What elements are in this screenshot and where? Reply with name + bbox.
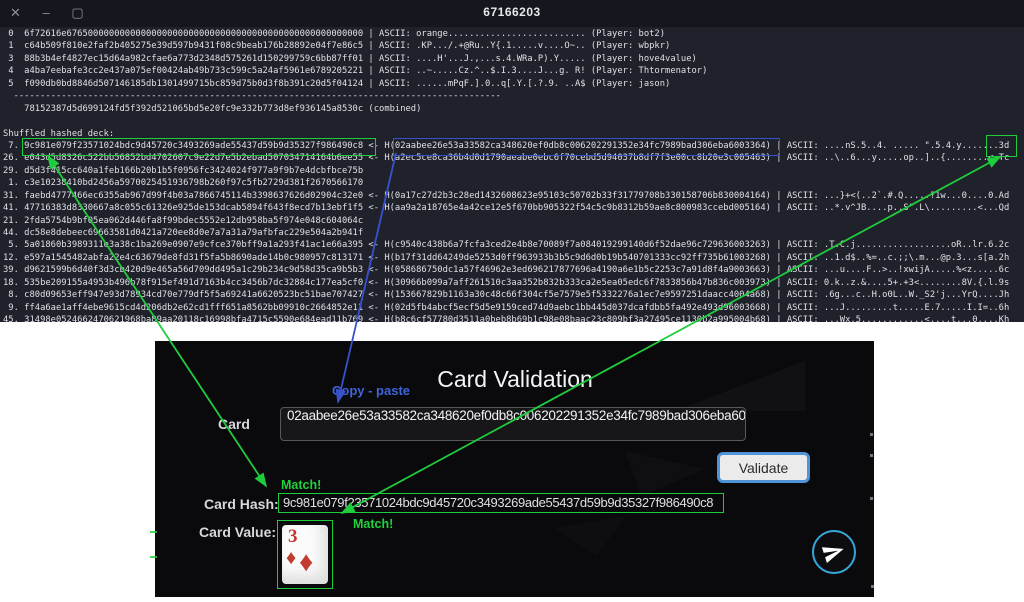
- artifact-mark: [870, 497, 873, 500]
- match-hash-annotation: Match!: [281, 478, 321, 492]
- terminal-line: 9. ff4a6ae1aff4ebe9615cd4d206db2e62cd1ff…: [3, 302, 1024, 314]
- terminal-line: 8. c80d09653eff947e93d78934cd70e779df5f5…: [3, 289, 1024, 301]
- terminal-line: 12. e597a1545482abfa22e4c63679de8fd31f5f…: [3, 252, 1024, 264]
- card-hash-label: Card Hash:: [204, 496, 279, 512]
- terminal-window: ✕ ‒ ▢ 67166203 0 6f72616e676500000000000…: [0, 0, 1024, 322]
- card-input[interactable]: 02aabee26e53a33582ca348620ef0db8c0062022…: [280, 407, 746, 441]
- diamond-suit-icon: ♦: [286, 547, 296, 570]
- card-label: Card: [218, 416, 250, 432]
- dialog-shade: [625, 451, 705, 496]
- window-title: 67166203: [0, 5, 1024, 19]
- terminal-line: 3 88b3b4ef4827ec15d64a982cfae6a773d2348d…: [3, 53, 1024, 65]
- terminal-line: 5 f090db0bd8846d507146185db1301499715bc8…: [3, 78, 1024, 90]
- match-value-annotation: Match!: [353, 517, 393, 531]
- playing-card-3-of-diamonds: 3 ♦ ♦: [282, 525, 328, 584]
- card-rank: 3: [288, 526, 298, 548]
- terminal-line: 31. faebd4777466ec6355ab967d99f4b03a7866…: [3, 190, 1024, 202]
- copy-paste-annotation: Copy - paste: [332, 383, 410, 398]
- artifact-mark: [871, 585, 874, 588]
- terminal-line: 41. 47716383d8330667a8c055c61326e925de15…: [3, 202, 1024, 214]
- artifact-mark: [870, 454, 873, 457]
- terminal-line: 1. c3e10238410bd2456a5970025451936798b26…: [3, 177, 1024, 189]
- card-value-frame: 3 ♦ ♦: [277, 520, 333, 589]
- terminal-line: 7. 9c981e079f23571024bdc9d45720c3493269a…: [3, 140, 1024, 152]
- terminal-line: 78152387d5d699124fd5f392d521065bd5e20fc9…: [3, 103, 1024, 115]
- terminal-body: 0 6f72616e676500000000000000000000000000…: [0, 27, 1024, 322]
- terminal-line: 18. 535be209155a4953b496b78f915ef491d716…: [3, 277, 1024, 289]
- artifact-mark: [870, 433, 873, 436]
- terminal-line: 4 a4ba7eebafe3cc2e437a075ef00424ab49b733…: [3, 65, 1024, 77]
- terminal-line: 0 6f72616e676500000000000000000000000000…: [3, 28, 1024, 40]
- send-button[interactable]: [812, 530, 856, 574]
- terminal-line: 26. e043d5d8326c522bb56852bd4702607c9e22…: [3, 152, 1024, 164]
- diamond-suit-icon: ♦: [299, 546, 313, 578]
- paper-plane-icon: [820, 538, 848, 566]
- terminal-line: ----------------------------------------…: [3, 90, 1024, 102]
- terminal-line: 5. 5a01860b3989311e3a38c1ba269e0907e9cfc…: [3, 239, 1024, 251]
- terminal-line: 39. d9621599b6d40f3d3cb420d9e465a56d709d…: [3, 264, 1024, 276]
- terminal-line: [3, 115, 1024, 127]
- dialog-shade: [555, 516, 625, 556]
- artifact-mark: [150, 531, 157, 533]
- validate-button[interactable]: Validate: [717, 452, 810, 483]
- artifact-mark: [150, 556, 157, 558]
- terminal-line: 45. 31498e0524662470621968ba89aa20118c16…: [3, 314, 1024, 322]
- terminal-line: 29. d5d3f415cc640a1feb166b20b1b5f0956fc3…: [3, 165, 1024, 177]
- terminal-line: 1 c64b509f810e2faf2b405275e39d597b9431f0…: [3, 40, 1024, 52]
- terminal-line: 44. dc58e8debeec69663581d0421a720ee8d0e7…: [3, 227, 1024, 239]
- card-value-label: Card Value:: [199, 524, 276, 540]
- card-hash-value: 9c981e079f23571024bdc9d45720c3493269ade5…: [278, 493, 724, 513]
- terminal-line: Shuffled hashed deck:: [3, 128, 1024, 140]
- title-bar: ✕ ‒ ▢ 67166203: [0, 0, 1024, 27]
- terminal-line: 21. 2fda5754b9bf05ea062d446fa8f99bdec555…: [3, 215, 1024, 227]
